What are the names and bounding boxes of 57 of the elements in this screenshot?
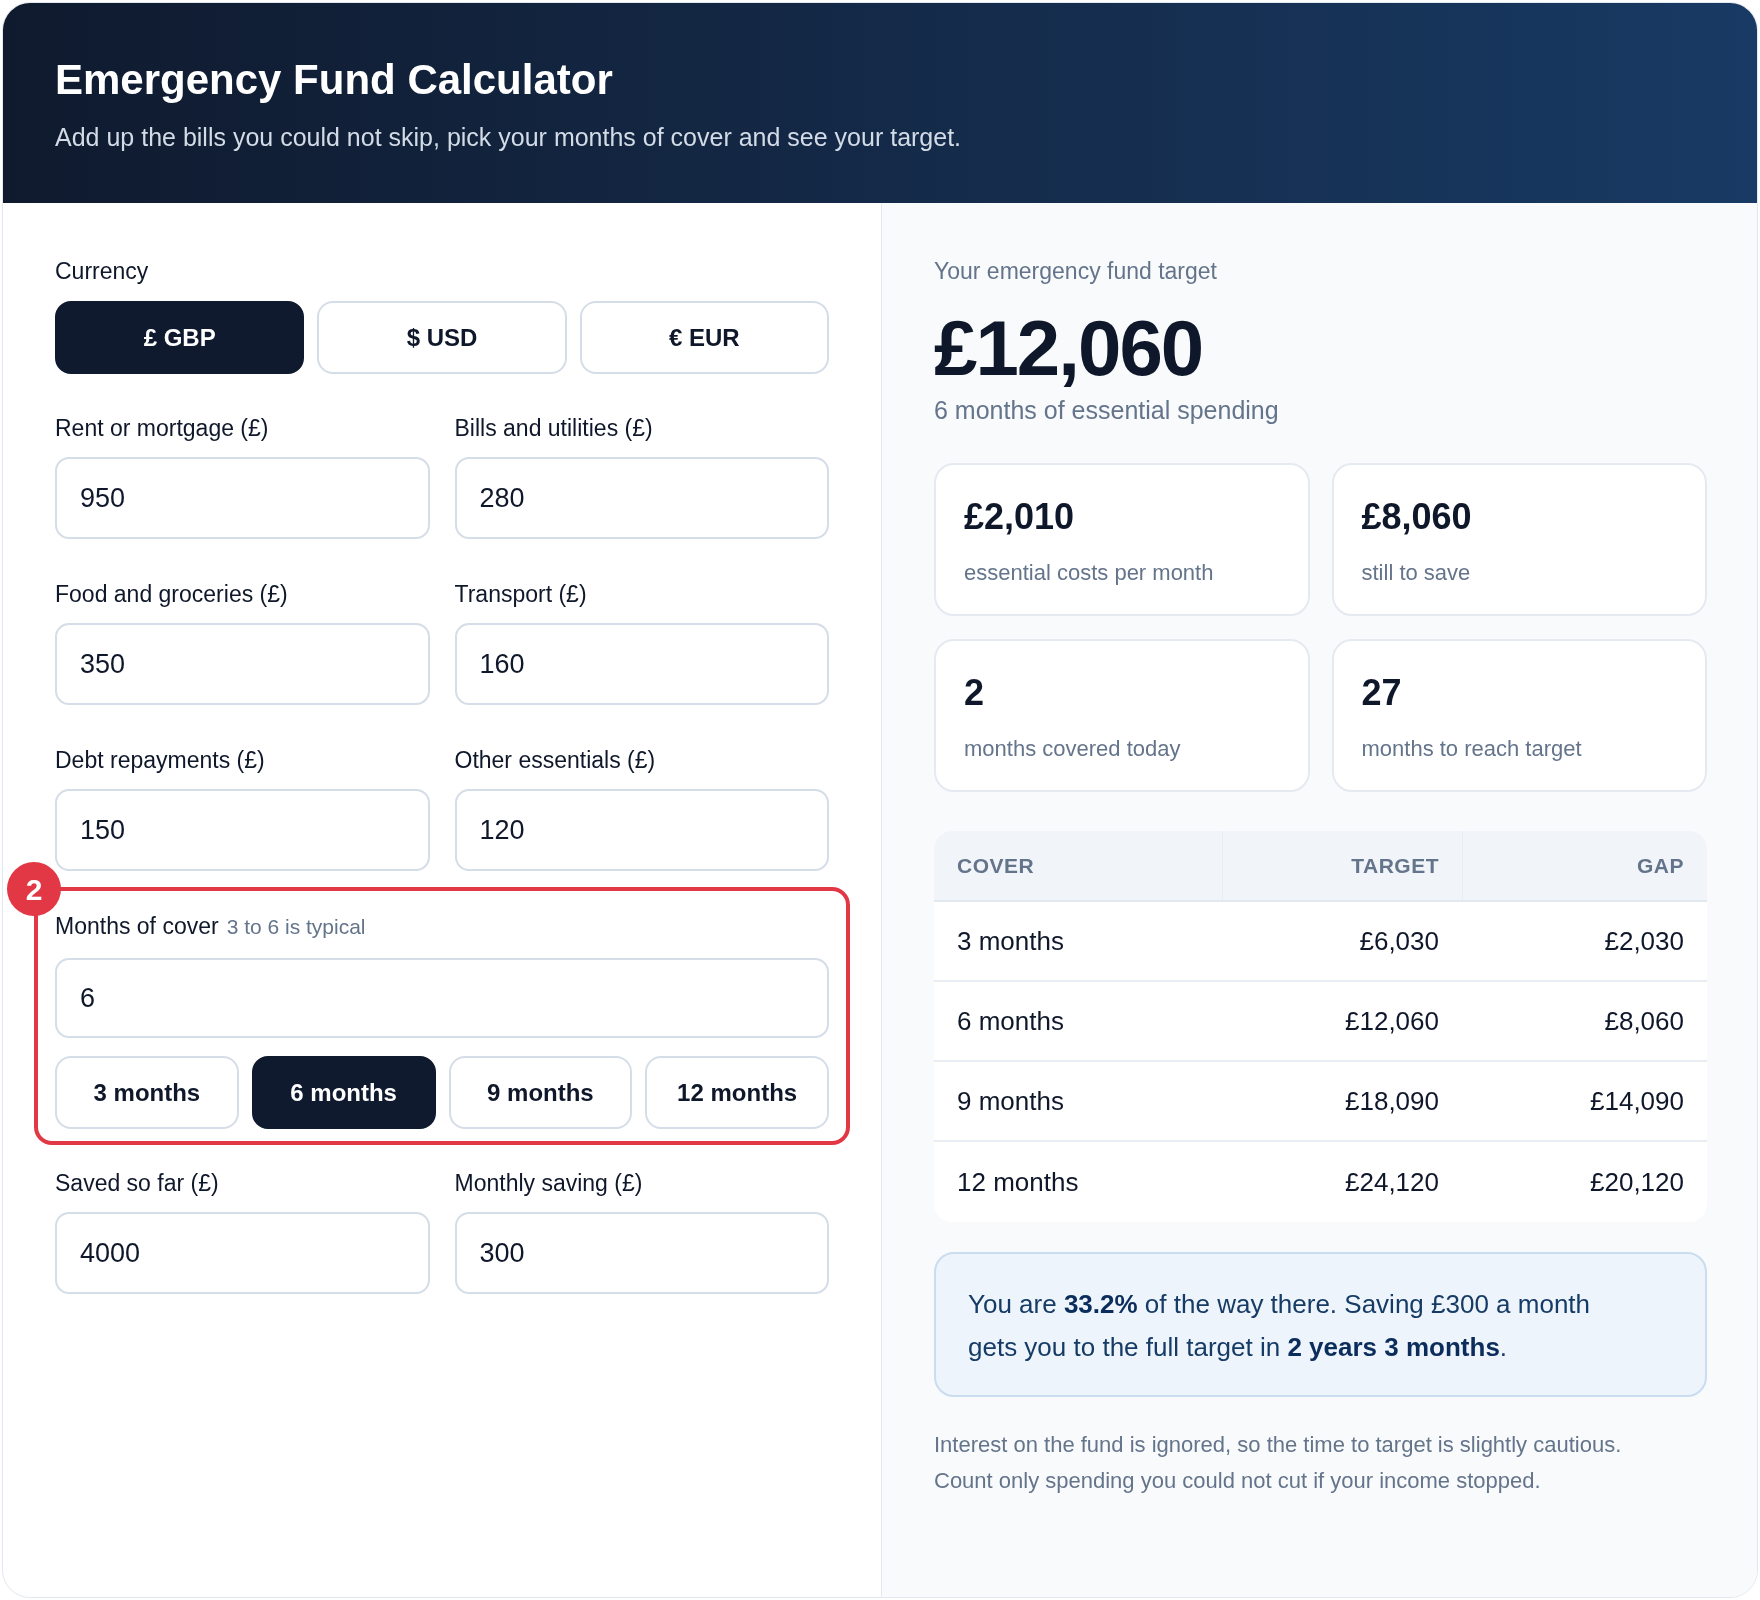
option-button[interactable]: 3 months [55, 1056, 239, 1129]
stat-label: essential costs per month [964, 559, 1214, 587]
option-button[interactable]: 9 months [448, 1056, 633, 1129]
hint-text: 3 to 6 is typical [226, 914, 366, 940]
stat-value: £8,060 [1361, 495, 1472, 539]
field-label: Debt repayments (£) [55, 746, 265, 775]
table-cell-text: £6,030 [1359, 924, 1439, 958]
field-label: Food and groceries (£) [55, 580, 288, 609]
stat-value: 2 [964, 671, 985, 715]
table-cell-text: 3 months [957, 924, 1064, 958]
number-input[interactable]: 4000 [55, 1212, 430, 1294]
table-cell-text: £20,120 [1590, 1165, 1684, 1199]
stat-value: 27 [1361, 671, 1402, 715]
results-heading: Your emergency fund target [934, 257, 1217, 286]
table-cell-text: £18,090 [1345, 1084, 1439, 1118]
number-input[interactable]: 950 [55, 457, 430, 539]
stat-label: months to reach target [1361, 735, 1582, 763]
table-cell-text: £24,120 [1345, 1165, 1439, 1199]
summary-text: You are 33.2% of the way there. Saving £300 a month gets you to the full target in 2 years 3 months. [968, 1288, 1592, 1364]
number-input[interactable]: 350 [55, 623, 430, 705]
column-header: COVER [957, 852, 1035, 879]
target-amount: £12,060 [934, 309, 1203, 387]
table-cell-text: 9 months [957, 1084, 1064, 1118]
field-label: Monthly saving (£) [454, 1169, 643, 1198]
field-label: Saved so far (£) [55, 1169, 219, 1198]
table-cell-text: £14,090 [1590, 1084, 1684, 1118]
annotation-badge: 2 [7, 862, 61, 916]
number-input[interactable]: 160 [454, 623, 829, 705]
field-label: Transport (£) [454, 580, 587, 609]
disclaimer-note: Interest on the fund is ignored, so the time to target is slightly cautious. Count only spending you could not cut if your income stopped. [934, 1431, 1623, 1495]
option-button[interactable]: $ USD [317, 301, 567, 374]
number-input[interactable]: 120 [454, 789, 829, 871]
table-cell-text: £2,030 [1604, 924, 1684, 958]
option-button[interactable]: € EUR [579, 301, 829, 374]
field-label: Currency [55, 257, 149, 286]
table-cell-text: £12,060 [1345, 1004, 1439, 1038]
number-input[interactable]: 280 [454, 457, 829, 539]
table-cell-text: 12 months [957, 1165, 1079, 1199]
stat-label: still to save [1361, 559, 1471, 587]
field-label: Rent or mortgage (£) [55, 414, 269, 443]
table-cell-text: 6 months [957, 1004, 1064, 1038]
page-subtitle: Add up the bills you could not skip, pick your months of cover and see your target. [55, 122, 962, 153]
stat-label: months covered today [964, 735, 1181, 763]
option-button[interactable]: £ GBP [55, 301, 305, 374]
page-title: Emergency Fund Calculator [55, 55, 613, 105]
option-button[interactable]: 12 months [645, 1056, 829, 1129]
target-caption: 6 months of essential spending [934, 395, 1279, 426]
number-input[interactable]: 150 [55, 789, 430, 871]
field-label: Bills and utilities (£) [454, 414, 653, 443]
table-cell-text: £8,060 [1604, 1004, 1684, 1038]
stat-value: £2,010 [964, 495, 1075, 539]
option-button[interactable]: 6 months [251, 1056, 436, 1129]
column-header: GAP [1637, 852, 1684, 879]
number-input[interactable]: 300 [454, 1212, 829, 1294]
number-input[interactable]: 6 [55, 958, 829, 1038]
column-header: TARGET [1351, 852, 1439, 879]
field-label: Other essentials (£) [454, 746, 656, 775]
